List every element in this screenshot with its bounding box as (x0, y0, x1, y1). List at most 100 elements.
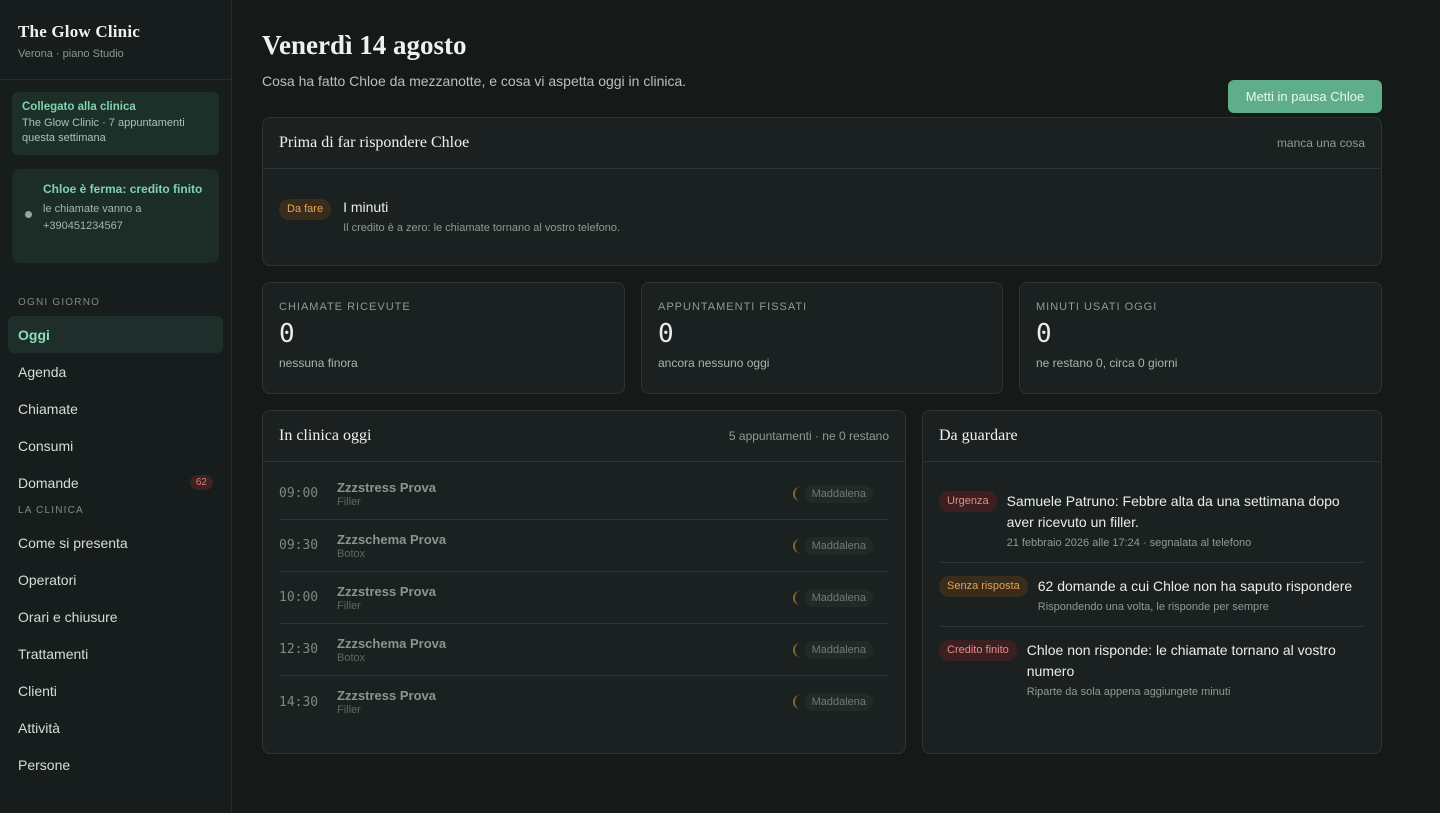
sidebar-item-trattamenti[interactable]: Trattamenti (8, 635, 223, 672)
appointment-treatment: Filler (337, 495, 361, 508)
section-label-clinic: LA CLINICA (18, 505, 84, 516)
appointment-row[interactable]: 14:30 Zzzstress Prova Filler Maddalena (279, 676, 889, 728)
crescent-icon (792, 695, 801, 709)
sidebar-item-operatori[interactable]: Operatori (8, 561, 223, 598)
todo-item[interactable]: Da fare I minuti Il credito è a zero: le… (263, 169, 1381, 234)
appointment-row[interactable]: 10:00 Zzzstress Prova Filler Maddalena (279, 572, 889, 624)
staff-tag: Maddalena (792, 588, 873, 607)
appointment-list: 09:00 Zzzstress Prova Filler Maddalena 0… (263, 462, 905, 728)
watch-description: Riparte da sola appena aggiungete minuti (1026, 686, 1231, 698)
sidebar-item-consumi[interactable]: Consumi (8, 427, 223, 464)
appointment-row[interactable]: 12:30 Zzzschema Prova Botox Maddalena (279, 624, 889, 676)
sidebar-item-agenda[interactable]: Agenda (8, 353, 223, 390)
appointment-client: Zzzschema Prova (337, 531, 447, 547)
sidebar-item-clienti[interactable]: Clienti (8, 672, 223, 709)
sidebar-item-domande[interactable]: Domande 62 (8, 464, 223, 501)
appointment-client: Zzzstress Prova (337, 583, 436, 599)
sidebar-item-label: Operatori (18, 571, 77, 588)
section-label-daily: OGNI GIORNO (18, 297, 101, 308)
nav-daily: Oggi Agenda Chiamate Consumi Domande 62 (0, 316, 231, 501)
staff-tag: Maddalena (792, 640, 873, 659)
stat-value: 0 (279, 319, 295, 349)
sidebar-item-presentazione[interactable]: Come si presenta (8, 524, 223, 561)
sidebar-item-label: Attività (18, 719, 61, 736)
appointment-time: 12:30 (279, 642, 319, 657)
connection-subtitle: The Glow Clinic · 7 appuntamenti questa … (22, 117, 185, 144)
stat-card-calls: CHIAMATE RICEVUTE 0 nessuna finora (262, 282, 625, 394)
crescent-icon (792, 538, 801, 553)
crescent-icon (792, 590, 801, 605)
appointment-time: 09:30 (279, 538, 319, 553)
appointment-client: Zzzstress Prova (337, 479, 436, 495)
staff-tag: Maddalena (792, 536, 873, 555)
stat-footnote: ne restano 0, circa 0 giorni (1036, 356, 1178, 370)
setup-panel: Prima di far rispondere Chloe manca una … (262, 117, 1382, 266)
appointment-treatment: Botox (337, 547, 366, 560)
panel-meta: manca una cosa (1276, 136, 1365, 150)
pause-agent-button[interactable]: Metti in pausa Chloe (1228, 80, 1382, 113)
stat-value: 0 (658, 319, 674, 349)
today-appointments-panel: In clinica oggi 5 appuntamenti · ne 0 re… (262, 410, 906, 754)
sidebar-item-persone[interactable]: Persone (8, 746, 223, 783)
status-dot-icon (25, 211, 32, 218)
stat-card-appointments: APPUNTAMENTI FISSATI 0 ancora nessuno og… (641, 282, 1003, 394)
todo-title: I minuti (343, 199, 389, 215)
sidebar-item-chiamate[interactable]: Chiamate (8, 390, 223, 427)
sidebar-item-oggi[interactable]: Oggi (8, 316, 223, 353)
watch-tag: Credito finito (939, 640, 1017, 661)
appointment-row[interactable]: 09:30 Zzzschema Prova Botox Maddalena (279, 520, 889, 572)
panel-header: Da guardare (923, 411, 1381, 462)
staff-name: Maddalena (804, 536, 873, 555)
panel-title: Prima di far rispondere Chloe (279, 134, 470, 151)
sidebar-item-orari[interactable]: Orari e chiusure (8, 598, 223, 635)
count-badge: 62 (189, 475, 213, 490)
sidebar: The Glow Clinic Verona · piano Studio Co… (0, 0, 232, 813)
watch-description: Rispondendo una volta, le risponde per s… (1037, 601, 1269, 613)
agent-status-subtitle: le chiamate vanno a +390451234567 (43, 203, 142, 232)
stat-label: APPUNTAMENTI FISSATI (658, 301, 808, 313)
watch-title: 62 domande a cui Chloe non ha saputo ris… (1037, 578, 1353, 594)
staff-name: Maddalena (804, 693, 873, 711)
brand: The Glow Clinic Verona · piano Studio (0, 0, 231, 80)
watch-description: 21 febbraio 2026 alle 17:24 · segnalata … (1006, 537, 1252, 549)
sidebar-item-attivita[interactable]: Attività (8, 709, 223, 746)
panel-title: In clinica oggi (279, 427, 372, 444)
watch-title: Samuele Patruno: Febbre alta da una sett… (1006, 493, 1340, 530)
stat-label: CHIAMATE RICEVUTE (279, 301, 411, 313)
watch-title: Chloe non risponde: le chiamate tornano … (1026, 642, 1336, 679)
stat-footnote: ancora nessuno oggi (658, 356, 770, 370)
agent-status-card[interactable]: Chloe è ferma: credito finito le chiamat… (12, 169, 219, 263)
panel-header: In clinica oggi 5 appuntamenti · ne 0 re… (263, 411, 905, 462)
todo-tag: Da fare (279, 199, 332, 220)
appointment-time: 09:00 (279, 486, 319, 501)
staff-name: Maddalena (804, 484, 873, 503)
stat-label: MINUTI USATI OGGI (1036, 301, 1158, 313)
connection-card: Collegato alla clinica The Glow Clinic ·… (12, 92, 219, 155)
sidebar-item-label: Persone (18, 756, 71, 773)
appointment-client: Zzzstress Prova (337, 688, 436, 703)
watch-item[interactable]: Credito finito Chloe non risponde: le ch… (939, 627, 1365, 711)
staff-tag: Maddalena (792, 693, 873, 711)
watch-item[interactable]: Urgenza Samuele Patruno: Febbre alta da … (939, 475, 1365, 563)
watch-item[interactable]: Senza risposta 62 domande a cui Chloe no… (939, 563, 1365, 627)
page-subtitle: Cosa ha fatto Chloe da mezzanotte, e cos… (262, 73, 687, 89)
crescent-icon (792, 642, 801, 657)
staff-tag: Maddalena (792, 484, 873, 503)
watch-tag: Senza risposta (939, 576, 1028, 597)
appointment-client: Zzzschema Prova (337, 635, 447, 651)
watch-tag: Urgenza (939, 491, 997, 512)
brand-title: The Glow Clinic (18, 22, 141, 41)
crescent-icon (792, 486, 801, 501)
watchlist-panel: Da guardare Urgenza Samuele Patruno: Feb… (922, 410, 1382, 754)
appointment-row[interactable]: 09:00 Zzzstress Prova Filler Maddalena (279, 468, 889, 520)
panel-header: Prima di far rispondere Chloe manca una … (263, 118, 1381, 169)
agent-status-title: Chloe è ferma: credito finito (43, 182, 203, 196)
sidebar-item-label: Come si presenta (18, 534, 128, 551)
stat-value: 0 (1036, 319, 1052, 349)
sidebar-item-label: Trattamenti (18, 645, 89, 662)
sidebar-item-label: Orari e chiusure (18, 608, 118, 625)
appointment-time: 10:00 (279, 590, 319, 605)
todo-description: Il credito è a zero: le chiamate tornano… (343, 222, 621, 234)
watch-list: Urgenza Samuele Patruno: Febbre alta da … (923, 462, 1381, 711)
appointment-treatment: Filler (337, 704, 361, 716)
